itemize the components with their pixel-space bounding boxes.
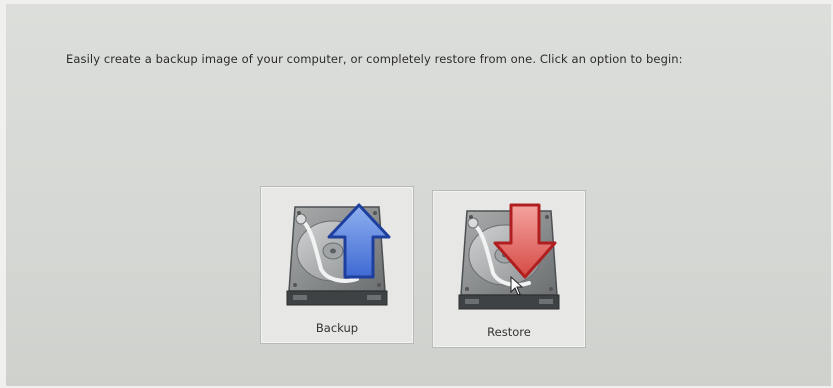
hard-drive-with-down-arrow-icon — [458, 203, 560, 310]
restore-button[interactable]: Restore — [432, 190, 586, 348]
backup-button[interactable]: Backup — [260, 186, 414, 344]
restore-label: Restore — [487, 325, 531, 339]
mouse-pointer-icon — [510, 276, 524, 296]
screen-frame: Easily create a backup image of your com… — [0, 0, 833, 388]
hard-drive-with-up-arrow-icon — [286, 203, 391, 306]
instruction-text: Easily create a backup image of your com… — [66, 52, 683, 66]
backup-restore-window: Easily create a backup image of your com… — [6, 4, 831, 386]
backup-label: Backup — [315, 321, 359, 335]
